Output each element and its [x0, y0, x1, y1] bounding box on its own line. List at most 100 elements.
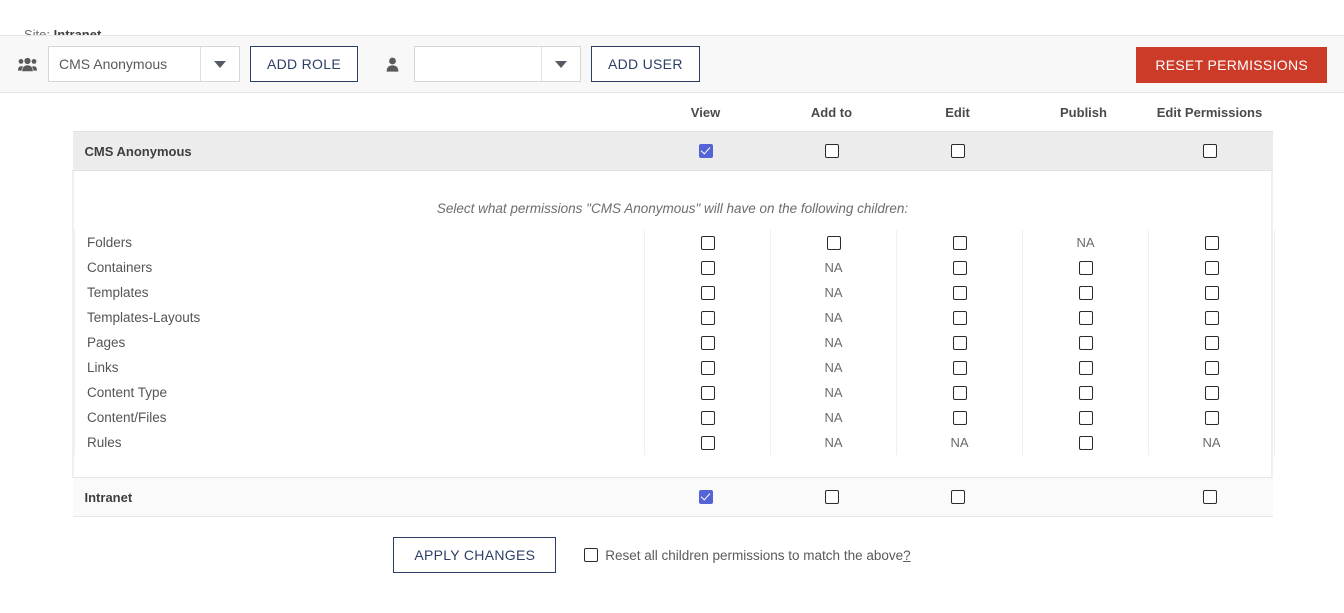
children-row: Pages NA — [74, 330, 1275, 355]
permission-checkbox[interactable] — [1078, 311, 1093, 326]
children-cell-publish[interactable] — [1022, 305, 1149, 330]
permission-checkbox[interactable] — [1204, 386, 1219, 401]
permission-checkbox[interactable] — [824, 489, 839, 504]
role-cell-view[interactable] — [642, 131, 769, 171]
children-cell-view[interactable] — [644, 430, 771, 455]
role-cell-edit-permissions[interactable] — [1146, 131, 1273, 171]
chevron-down-icon[interactable] — [200, 47, 239, 81]
permission-checkbox[interactable] — [952, 236, 967, 251]
apply-changes-button[interactable]: APPLY CHANGES — [393, 537, 557, 573]
permission-checkbox[interactable] — [824, 143, 839, 158]
permission-checkbox[interactable] — [1078, 336, 1093, 351]
children-cell-edit[interactable] — [896, 280, 1023, 305]
children-cell-view[interactable] — [644, 330, 771, 355]
site-cell-edit[interactable] — [894, 477, 1021, 517]
children-cell-view[interactable] — [644, 305, 771, 330]
children-cell-view[interactable] — [644, 405, 771, 430]
children-cell-edit-permissions[interactable] — [1148, 405, 1275, 430]
site-cell-edit-permissions[interactable] — [1146, 477, 1273, 517]
reset-children-checkbox[interactable] — [584, 548, 599, 562]
permission-checkbox[interactable] — [700, 436, 715, 451]
permission-checkbox[interactable] — [700, 261, 715, 276]
children-cell-publish[interactable] — [1022, 330, 1149, 355]
children-cell-add-to[interactable] — [770, 230, 897, 255]
role-select[interactable]: CMS Anonymous — [48, 46, 240, 82]
children-cell-view[interactable] — [644, 255, 771, 280]
children-cell-edit-permissions[interactable] — [1148, 280, 1275, 305]
permission-checkbox[interactable] — [1204, 236, 1219, 251]
children-cell-edit[interactable] — [896, 305, 1023, 330]
permission-checkbox[interactable] — [1202, 489, 1217, 504]
children-cell-edit[interactable] — [896, 255, 1023, 280]
permission-checkbox[interactable] — [700, 386, 715, 401]
children-cell-edit-permissions[interactable] — [1148, 330, 1275, 355]
permission-checkbox[interactable] — [1078, 286, 1093, 301]
children-cell-edit-permissions[interactable] — [1148, 355, 1275, 380]
permission-checkbox[interactable] — [1078, 436, 1093, 451]
not-applicable-label: NA — [1076, 235, 1095, 250]
permission-checkbox[interactable] — [700, 361, 715, 376]
add-role-button[interactable]: ADD ROLE — [250, 46, 358, 82]
permissions-table: View Add to Edit Publish Edit Permission… — [72, 105, 1275, 517]
permission-checkbox[interactable] — [1078, 261, 1093, 276]
children-cell-edit-permissions[interactable] — [1148, 255, 1275, 280]
children-cell-view[interactable] — [644, 355, 771, 380]
permission-checkbox[interactable] — [826, 236, 841, 251]
permission-checkbox[interactable] — [952, 361, 967, 376]
children-cell-edit[interactable] — [896, 380, 1023, 405]
permission-checkbox[interactable] — [950, 143, 965, 158]
permission-checkbox[interactable] — [1204, 261, 1219, 276]
children-row-name: Templates-Layouts — [74, 305, 645, 330]
permission-checkbox[interactable] — [1202, 143, 1217, 158]
role-cell-add-to[interactable] — [768, 131, 895, 171]
not-applicable-label: NA — [950, 435, 969, 450]
reset-permissions-button[interactable]: RESET PERMISSIONS — [1136, 47, 1327, 83]
children-cell-edit[interactable] — [896, 330, 1023, 355]
chevron-down-icon[interactable] — [540, 47, 580, 81]
user-select[interactable] — [413, 46, 581, 82]
site-cell-add-to[interactable] — [768, 477, 895, 517]
permission-checkbox[interactable] — [952, 286, 967, 301]
permission-checkbox[interactable] — [700, 236, 715, 251]
children-cell-edit[interactable] — [896, 230, 1023, 255]
children-cell-edit[interactable] — [896, 355, 1023, 380]
children-cell-publish[interactable] — [1022, 380, 1149, 405]
permission-checkbox[interactable] — [1204, 361, 1219, 376]
children-cell-edit-permissions[interactable] — [1148, 230, 1275, 255]
permission-checkbox[interactable] — [700, 311, 715, 326]
children-cell-view[interactable] — [644, 280, 771, 305]
permission-checkbox[interactable] — [1078, 411, 1093, 426]
permission-checkbox[interactable] — [698, 489, 713, 504]
children-cell-view[interactable] — [644, 230, 771, 255]
permission-checkbox[interactable] — [952, 261, 967, 276]
permission-checkbox[interactable] — [700, 336, 715, 351]
permission-checkbox[interactable] — [700, 286, 715, 301]
permission-checkbox[interactable] — [1204, 311, 1219, 326]
permission-checkbox[interactable] — [952, 336, 967, 351]
children-cell-view[interactable] — [644, 380, 771, 405]
permission-checkbox[interactable] — [700, 411, 715, 426]
permission-checkbox[interactable] — [952, 411, 967, 426]
permission-checkbox[interactable] — [952, 311, 967, 326]
permission-checkbox[interactable] — [1078, 361, 1093, 376]
permission-checkbox[interactable] — [1204, 411, 1219, 426]
permission-checkbox[interactable] — [698, 143, 713, 158]
children-cell-publish[interactable] — [1022, 255, 1149, 280]
children-cell-publish[interactable] — [1022, 405, 1149, 430]
children-cell-publish[interactable] — [1022, 355, 1149, 380]
permission-checkbox[interactable] — [1204, 286, 1219, 301]
children-cell-edit-permissions[interactable] — [1148, 380, 1275, 405]
site-cell-view[interactable] — [642, 477, 769, 517]
role-cell-edit[interactable] — [894, 131, 1021, 171]
reset-children-option[interactable]: Reset all children permissions to match … — [584, 548, 911, 563]
permission-checkbox[interactable] — [952, 386, 967, 401]
children-cell-edit[interactable] — [896, 405, 1023, 430]
children-cell-edit-permissions[interactable] — [1148, 305, 1275, 330]
permission-checkbox[interactable] — [1204, 336, 1219, 351]
permission-checkbox[interactable] — [950, 489, 965, 504]
help-link[interactable]: ? — [903, 548, 911, 563]
add-user-button[interactable]: ADD USER — [590, 46, 700, 82]
children-cell-publish[interactable] — [1022, 430, 1149, 455]
permission-checkbox[interactable] — [1078, 386, 1093, 401]
children-cell-publish[interactable] — [1022, 280, 1149, 305]
